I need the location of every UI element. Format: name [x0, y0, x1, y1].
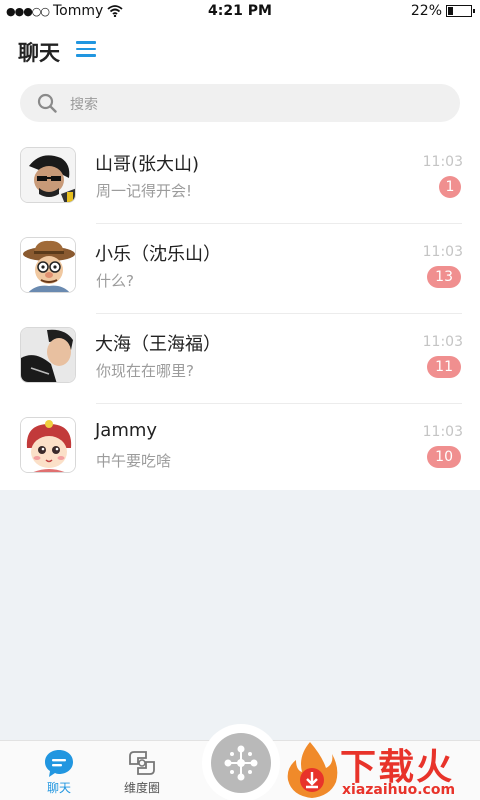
contact-name: 大海（王海福） [95, 334, 221, 355]
chat-list-item[interactable]: 山哥(张大山) 周一记得开会! 11:03 1 [0, 134, 480, 224]
avatar[interactable] [20, 327, 76, 383]
tab-chat[interactable]: 聊天 [24, 741, 94, 800]
page-title: 聊天 [18, 41, 60, 65]
search-icon [37, 93, 57, 113]
status-bar: ●●●○○ Tommy 4:21 PM 22% [0, 0, 480, 24]
unread-badge: 10 [427, 446, 461, 468]
search-input[interactable]: 搜索 [70, 94, 98, 114]
tab-dimension-circle[interactable]: 维度圈 [107, 741, 177, 800]
center-action-button[interactable] [202, 724, 280, 800]
last-message: 中午要吃啥 [96, 452, 172, 470]
message-time: 11:03 [422, 244, 463, 260]
battery-level [448, 7, 453, 15]
avatar[interactable] [20, 417, 76, 473]
unread-badge: 11 [427, 356, 461, 378]
menu-icon[interactable] [76, 41, 96, 57]
unread-badge: 1 [439, 176, 461, 198]
tab-label: 维度圈 [123, 781, 160, 795]
flame-logo-icon [287, 742, 338, 798]
circle-dimension-icon [129, 751, 155, 775]
search-bar[interactable]: 搜索 [20, 84, 460, 122]
header: 聊天 [0, 24, 480, 76]
last-message: 什么? [96, 272, 134, 290]
message-time: 11:03 [422, 334, 463, 350]
contact-name: Jammy [95, 420, 158, 441]
tab-label: 聊天 [46, 781, 71, 795]
contact-name: 小乐（沈乐山） [95, 244, 221, 265]
avatar[interactable] [20, 147, 76, 203]
network-nodes-icon [224, 745, 258, 781]
watermark-url: xiazaihuo.com [342, 782, 456, 798]
status-time: 4:21 PM [208, 3, 272, 19]
message-time: 11:03 [422, 154, 463, 170]
battery-icon [446, 5, 475, 17]
chat-list-item[interactable]: 小乐（沈乐山） 什么? 11:03 13 [0, 224, 480, 314]
watermark: 下载火 xiazaihuo.com [282, 738, 480, 800]
contact-name: 山哥(张大山) [95, 154, 200, 175]
avatar[interactable] [20, 237, 76, 293]
center-button-inner [211, 733, 271, 793]
last-message: 你现在在哪里? [96, 362, 194, 380]
chat-list-item[interactable]: Jammy 中午要吃啥 11:03 10 [0, 404, 480, 494]
chat-bubble-icon [45, 750, 73, 777]
chat-list-item[interactable]: 大海（王海福） 你现在在哪里? 11:03 11 [0, 314, 480, 404]
message-time: 11:03 [422, 424, 463, 440]
status-right: 22% [410, 3, 475, 19]
unread-badge: 13 [427, 266, 461, 288]
last-message: 周一记得开会! [96, 182, 193, 200]
battery-percentage: 22% [410, 3, 442, 19]
chat-panel: 聊天 搜索 山哥(张大山) 周一记得开会! 11:03 1 小乐（沈乐山） 什么… [0, 24, 480, 490]
